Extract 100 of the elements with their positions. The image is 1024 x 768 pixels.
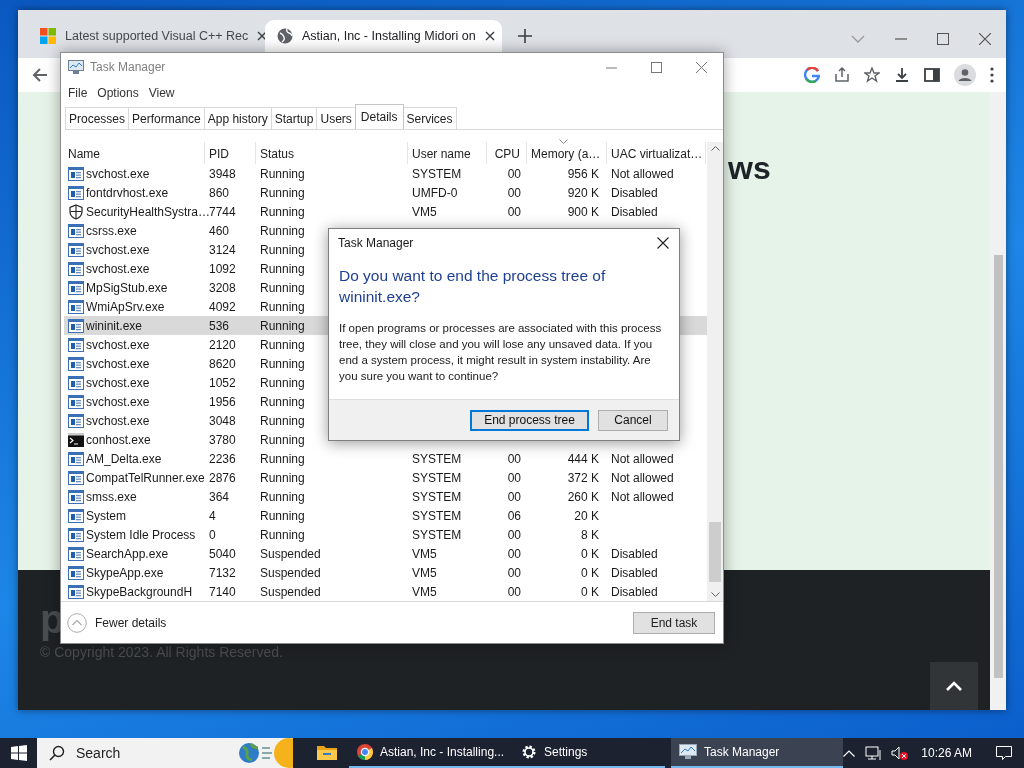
dialog-title: Task Manager bbox=[338, 236, 414, 250]
table-cell: 260 K bbox=[567, 489, 599, 504]
table-cell: 460 bbox=[209, 223, 230, 238]
table-cell: Disabled bbox=[611, 546, 658, 561]
process-name: svchost.exe bbox=[86, 356, 150, 371]
table-cell: Running bbox=[260, 432, 305, 447]
table-cell: 3208 bbox=[209, 280, 236, 295]
process-name: smss.exe bbox=[86, 489, 137, 504]
process-name: SearchApp.exe bbox=[86, 546, 169, 561]
process-name: System bbox=[86, 508, 126, 523]
process-name: SecurityHealthSystra… bbox=[86, 204, 211, 219]
table-cell: SYSTEM bbox=[412, 527, 462, 542]
table-cell: Running bbox=[260, 451, 305, 466]
process-name: svchost.exe bbox=[86, 394, 150, 409]
process-name: WmiApSrv.exe bbox=[86, 299, 165, 314]
process-name: csrss.exe bbox=[86, 223, 137, 238]
table-cell: 2876 bbox=[209, 470, 236, 485]
table-cell: 00 bbox=[507, 489, 521, 504]
table-cell: Running bbox=[260, 166, 305, 181]
table-cell: Running bbox=[260, 280, 305, 295]
table-cell: 00 bbox=[507, 204, 521, 219]
table-cell: 0 K bbox=[581, 546, 599, 561]
table-cell: SYSTEM bbox=[412, 508, 462, 523]
process-name: svchost.exe bbox=[86, 337, 150, 352]
table-cell: 7132 bbox=[209, 565, 236, 580]
table-cell: Running bbox=[260, 223, 305, 238]
table-cell: 3948 bbox=[209, 166, 236, 181]
table-cell: 7140 bbox=[209, 584, 236, 599]
table-cell: 7744 bbox=[209, 204, 236, 219]
table-cell: 1052 bbox=[209, 375, 236, 390]
table-cell: 8620 bbox=[209, 356, 236, 371]
table-cell: 20 K bbox=[574, 508, 599, 523]
table-cell: SYSTEM bbox=[412, 166, 462, 181]
table-cell: Running bbox=[260, 261, 305, 276]
table-cell: Running bbox=[260, 185, 305, 200]
table-cell: 536 bbox=[209, 318, 230, 333]
table-cell: 860 bbox=[209, 185, 230, 200]
table-cell: SYSTEM bbox=[412, 451, 462, 466]
process-name: wininit.exe bbox=[86, 318, 143, 333]
table-cell: Disabled bbox=[611, 584, 658, 599]
dialog-heading: Do you want to end the process tree of wininit.exe? bbox=[339, 266, 607, 307]
table-cell: 372 K bbox=[567, 470, 599, 485]
table-cell: Running bbox=[260, 413, 305, 428]
table-cell: 00 bbox=[507, 527, 521, 542]
table-cell: 444 K bbox=[567, 451, 599, 466]
table-cell: Suspended bbox=[260, 584, 321, 599]
table-cell: Running bbox=[260, 508, 305, 523]
process-name: svchost.exe bbox=[86, 242, 150, 257]
table-cell: 06 bbox=[507, 508, 521, 523]
table-cell: 00 bbox=[507, 470, 521, 485]
table-cell: 2236 bbox=[209, 451, 236, 466]
process-name: svchost.exe bbox=[86, 166, 150, 181]
table-cell: Not allowed bbox=[611, 470, 674, 485]
table-cell: Disabled bbox=[611, 565, 658, 580]
table-cell: 5040 bbox=[209, 546, 236, 561]
table-cell: 00 bbox=[507, 185, 521, 200]
table-cell: VM5 bbox=[412, 584, 437, 599]
table-cell: 00 bbox=[507, 584, 521, 599]
table-cell: 1092 bbox=[209, 261, 236, 276]
table-cell: 3124 bbox=[209, 242, 236, 257]
table-cell: 00 bbox=[507, 451, 521, 466]
process-name: CompatTelRunner.exe bbox=[86, 470, 205, 485]
table-cell: 2120 bbox=[209, 337, 236, 352]
process-name: SkypeBackgroundH bbox=[86, 584, 193, 599]
table-cell: Running bbox=[260, 375, 305, 390]
table-cell: 956 K bbox=[567, 166, 599, 181]
table-cell: Not allowed bbox=[611, 166, 674, 181]
table-cell: Running bbox=[260, 394, 305, 409]
process-name: svchost.exe bbox=[86, 375, 150, 390]
table-cell: Running bbox=[260, 470, 305, 485]
table-cell: 364 bbox=[209, 489, 230, 504]
table-cell: Running bbox=[260, 318, 305, 333]
table-cell: 4 bbox=[209, 508, 216, 523]
process-name: AM_Delta.exe bbox=[86, 451, 162, 466]
process-name: svchost.exe bbox=[86, 413, 150, 428]
table-cell: Disabled bbox=[611, 185, 658, 200]
dialog-message: If open programs or processes are associated with this process tree, they will close and you will lose any unsaved data. If you end a system process, it might result in system instability. Are you sure you want to continue? bbox=[339, 321, 663, 384]
table-cell: Suspended bbox=[260, 565, 321, 580]
table-cell: VM5 bbox=[412, 204, 437, 219]
table-cell: 0 bbox=[209, 527, 216, 542]
table-cell: 0 K bbox=[581, 565, 599, 580]
table-cell: 4092 bbox=[209, 299, 236, 314]
table-cell: 0 K bbox=[581, 584, 599, 599]
table-cell: UMFD-0 bbox=[412, 185, 458, 200]
table-cell: 00 bbox=[507, 166, 521, 181]
table-cell: Running bbox=[260, 204, 305, 219]
table-cell: Running bbox=[260, 337, 305, 352]
table-cell: 3048 bbox=[209, 413, 236, 428]
table-cell: SYSTEM bbox=[412, 470, 462, 485]
table-cell: 900 K bbox=[567, 204, 599, 219]
process-name: SkypeApp.exe bbox=[86, 565, 164, 580]
table-cell: Running bbox=[260, 527, 305, 542]
table-cell: VM5 bbox=[412, 546, 437, 561]
process-name: System Idle Process bbox=[86, 527, 196, 542]
table-cell: Suspended bbox=[260, 546, 321, 561]
table-cell: Running bbox=[260, 299, 305, 314]
table-cell: SYSTEM bbox=[412, 489, 462, 504]
table-cell: 00 bbox=[507, 565, 521, 580]
table-cell: VM5 bbox=[412, 565, 437, 580]
process-name: conhost.exe bbox=[86, 432, 151, 447]
